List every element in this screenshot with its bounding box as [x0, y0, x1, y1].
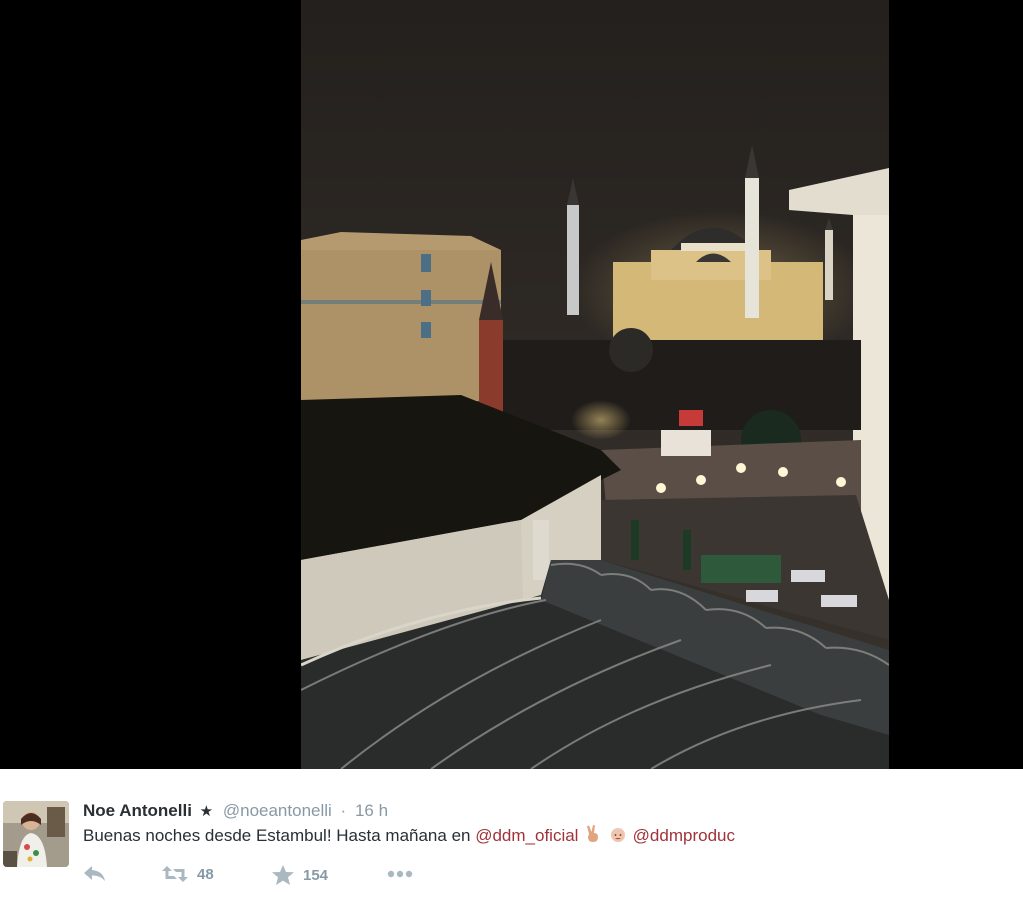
tweet-text-body: Buenas noches desde Estambul! Hasta maña… [83, 826, 471, 845]
reply-button[interactable] [83, 865, 107, 883]
avatar[interactable] [3, 801, 69, 867]
night-photo-hagia-sophia[interactable] [301, 0, 889, 769]
favorite-count: 154 [303, 866, 329, 884]
retweet-button[interactable]: 48 [161, 865, 214, 883]
verified-star-icon: ★ [199, 803, 214, 820]
tweet-header: Noe Antonelli ★ @noeantonelli · 16 h [83, 800, 388, 823]
retweet-count: 48 [197, 865, 214, 883]
victory-hand-icon [585, 825, 601, 849]
grinning-face-icon [610, 825, 626, 849]
more-button[interactable] [386, 865, 416, 883]
tweet-media[interactable] [0, 0, 1023, 769]
avatar-image [3, 801, 69, 867]
tweet-text: Buenas noches desde Estambul! Hasta maña… [83, 825, 735, 849]
star-icon [272, 865, 294, 885]
tweet-timestamp[interactable]: 16 h [355, 801, 388, 820]
favorite-button[interactable]: 154 [271, 865, 328, 885]
more-dots-icon [387, 870, 413, 878]
reply-icon [84, 866, 105, 881]
tweet-card: Noe Antonelli ★ @noeantonelli · 16 h Bue… [0, 769, 1023, 906]
mention-link[interactable]: @ddmproduc [633, 826, 735, 845]
photo-illustration [301, 0, 889, 769]
retweet-icon [162, 866, 188, 882]
author-name[interactable]: Noe Antonelli [83, 801, 192, 820]
separator-dot: · [340, 801, 347, 820]
author-handle[interactable]: @noeantonelli [223, 801, 332, 820]
mention-link[interactable]: @ddm_oficial [475, 826, 578, 845]
